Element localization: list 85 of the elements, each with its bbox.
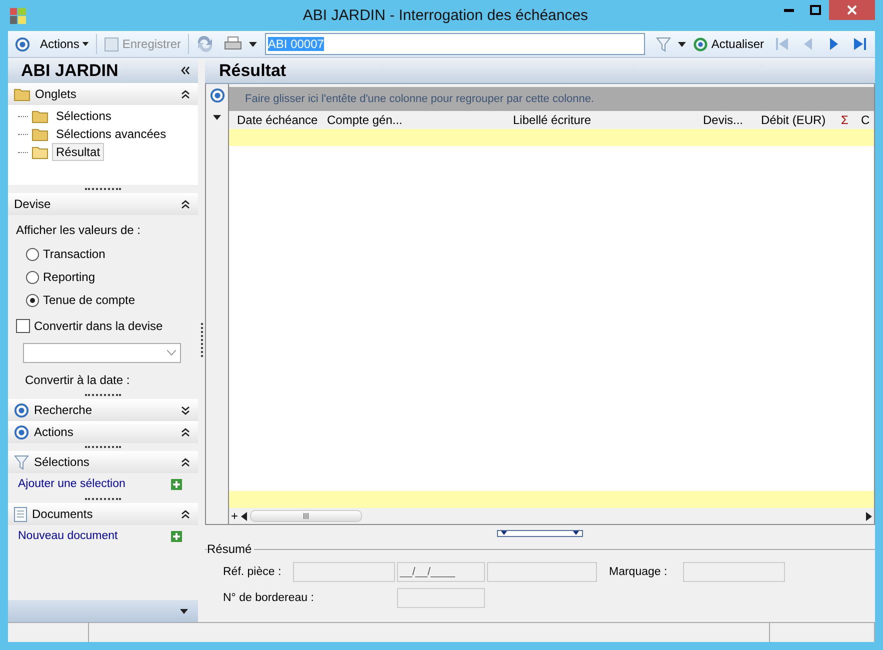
- actions-menu-button[interactable]: Actions: [37, 35, 92, 53]
- tree-item[interactable]: Sélections avancées: [52, 125, 170, 143]
- slip-number-field[interactable]: [397, 588, 485, 608]
- close-button[interactable]: [829, 0, 875, 20]
- collapse-icon[interactable]: [181, 428, 190, 436]
- panel-title: Sélections: [34, 455, 90, 469]
- panel-header[interactable]: Devise: [8, 193, 198, 215]
- date-label: Convertir à la date :: [25, 373, 130, 387]
- panel-header[interactable]: Documents: [8, 503, 198, 525]
- marking-field[interactable]: [683, 562, 785, 582]
- radio-button[interactable]: [26, 248, 39, 260]
- filter-icon: [14, 454, 29, 470]
- document-icon: [104, 36, 120, 52]
- document-icon: [14, 506, 27, 522]
- folder-icon: [14, 88, 30, 100]
- field-label: N° de bordereau :: [223, 592, 315, 604]
- maximize-icon: [810, 5, 821, 15]
- filter-options-caret-icon[interactable]: [678, 42, 686, 46]
- app-icon: [10, 8, 26, 24]
- radio-button[interactable]: [26, 294, 39, 306]
- sidebar-title: ABI JARDIN: [21, 60, 118, 80]
- expand-icon[interactable]: [181, 406, 190, 414]
- collapse-icon[interactable]: [181, 458, 190, 466]
- column-header[interactable]: Date échéance: [229, 113, 319, 127]
- reference-detail-field[interactable]: [487, 562, 597, 582]
- add-link[interactable]: Ajouter une sélection: [18, 478, 126, 490]
- add-icon[interactable]: [171, 530, 182, 542]
- collapse-icon[interactable]: [181, 200, 190, 208]
- column-header[interactable]: Devis...: [695, 113, 753, 127]
- sum-column-header[interactable]: Σ: [833, 113, 853, 127]
- target-icon: [210, 88, 224, 103]
- chevron-down-icon: [167, 350, 176, 356]
- collapse-sidebar-icon[interactable]: [181, 66, 190, 75]
- panel-header[interactable]: Onglets: [8, 83, 198, 105]
- add-row-button[interactable]: +: [231, 509, 238, 523]
- radio-label: Transaction: [43, 247, 106, 261]
- splitter-handle[interactable]: [497, 530, 583, 536]
- tree-item[interactable]: Résultat: [52, 143, 104, 161]
- prompt-label: Afficher les valeurs de :: [16, 223, 141, 237]
- add-link[interactable]: Nouveau document: [18, 530, 118, 542]
- panel-title: Actions: [34, 425, 74, 439]
- sidebar-scroll-caret-icon[interactable]: [180, 608, 188, 614]
- panel-title: Recherche: [34, 403, 92, 417]
- add-icon[interactable]: [171, 478, 182, 490]
- close-icon: [847, 5, 857, 15]
- scrollbar-thumb[interactable]: [250, 510, 362, 522]
- panel-title: Devise: [14, 197, 51, 211]
- refresh-data-button[interactable]: Actualiser: [690, 34, 768, 54]
- print-options-caret-icon[interactable]: [249, 42, 257, 46]
- column-header[interactable]: Débit (EUR): [753, 113, 833, 127]
- folder-icon: [32, 110, 48, 122]
- column-chooser-caret-icon[interactable]: [213, 115, 221, 120]
- panel-header[interactable]: Recherche: [8, 399, 198, 421]
- tree-item[interactable]: Sélections: [52, 107, 116, 125]
- checkbox[interactable]: [16, 319, 30, 333]
- folder-icon: [32, 128, 48, 140]
- column-header[interactable]: Libellé écriture: [505, 113, 695, 127]
- target-icon: [14, 424, 29, 440]
- radio-label: Tenue de compte: [43, 293, 136, 307]
- panel-header[interactable]: Actions: [8, 421, 198, 443]
- scroll-left-icon[interactable]: [241, 512, 248, 520]
- collapse-icon[interactable]: [181, 510, 190, 518]
- column-header[interactable]: Compte gén...: [319, 113, 505, 127]
- field-label: Marquage :: [608, 566, 668, 578]
- collapse-icon[interactable]: [181, 90, 190, 98]
- minimize-icon: [784, 8, 794, 12]
- field-label: Réf. pièce :: [223, 566, 282, 578]
- folder-icon: [32, 146, 48, 158]
- refresh-icon: [693, 36, 708, 52]
- radio-button[interactable]: [26, 270, 39, 284]
- date-field[interactable]: __/__/____: [397, 562, 485, 582]
- reference-field[interactable]: [293, 562, 395, 582]
- radio-label: Reporting: [43, 270, 96, 284]
- page-title: Résultat: [219, 60, 286, 80]
- panel-title: Onglets: [35, 87, 76, 101]
- checkbox-label: Convertir dans la devise: [34, 319, 163, 333]
- group-by-hint: Faire glisser ici l'entête d'une colonne pour regrouper par cette colonne.: [245, 93, 594, 105]
- panel-title: Documents: [32, 507, 93, 521]
- caret-icon: [82, 42, 90, 46]
- panel-header[interactable]: Sélections: [8, 451, 198, 473]
- summary-title: Résumé: [207, 542, 254, 556]
- column-header[interactable]: C: [853, 113, 883, 127]
- window-title: ABI JARDIN - Interrogation des échéances: [302, 7, 588, 24]
- scroll-right-icon[interactable]: [866, 512, 872, 520]
- target-icon: [14, 402, 29, 418]
